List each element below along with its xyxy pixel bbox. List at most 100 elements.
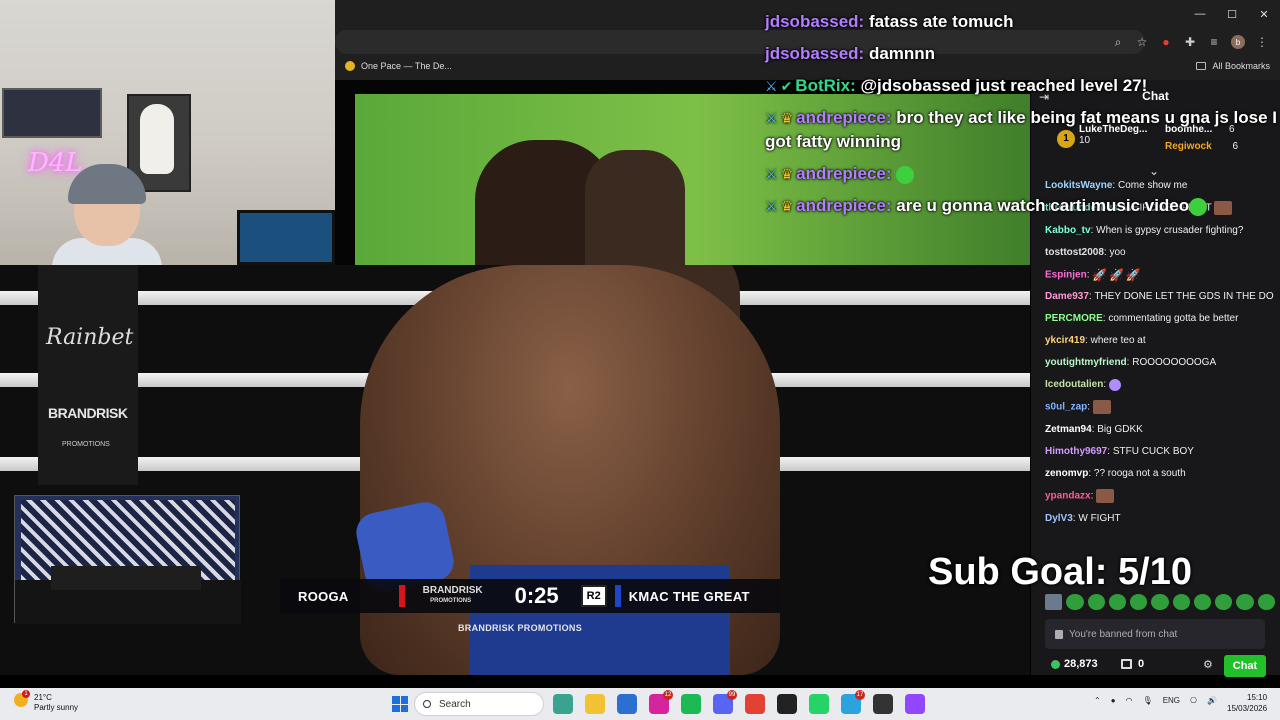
chat-username[interactable]: zenomvp [1045, 468, 1088, 479]
fight-scoreboard: ROOGA BRANDRISK PROMOTIONS 0:25 R2 KMAC T… [280, 579, 780, 613]
spotify-icon[interactable] [681, 694, 701, 714]
language-indicator[interactable]: ENG [1163, 696, 1180, 705]
chat-username[interactable]: Kabbo_tv [1045, 225, 1091, 236]
wifi-icon[interactable]: ◠ [1126, 696, 1133, 705]
store-icon [1121, 659, 1132, 669]
chat-username[interactable]: Zetman94 [1045, 424, 1092, 435]
blue-corner-marker [614, 585, 621, 607]
overlay-username: BotRix [795, 76, 851, 95]
chat-username[interactable]: Himothy9697 [1045, 446, 1107, 457]
taskbar-clock[interactable]: 15:10 15/03/2026 [1227, 692, 1267, 714]
chat-username[interactable]: youtightmyfriend [1045, 357, 1127, 368]
discord-icon[interactable]: 99 [713, 690, 737, 714]
chat-username[interactable]: Icedoutalien [1045, 379, 1103, 390]
banner-promo-sub: PROMOTIONS [62, 441, 110, 448]
emote-icon[interactable] [1257, 594, 1275, 610]
overlay-username: jdsobassed [765, 44, 859, 63]
chat-username[interactable]: PERCMORE [1045, 313, 1103, 324]
stream-video[interactable]: Rainbet BRANDRISK PROMOTIONS ROOGA BRAND… [0, 265, 1030, 675]
emote-icon[interactable] [1045, 594, 1063, 610]
emote-icon[interactable] [1193, 594, 1212, 610]
red-corner-marker [398, 585, 405, 607]
weather-widget[interactable]: 1 21°C Partly sunny [14, 690, 79, 713]
weather-temp: 21°C [34, 693, 52, 702]
store-button[interactable]: 0 [1121, 658, 1144, 670]
verified-badge-icon: ✔ [780, 78, 793, 94]
emote-icon[interactable] [1087, 594, 1105, 610]
overlay-chat-message: ⚔ ♛ andrepiece: bro they act like being fa… [765, 108, 1277, 151]
whatsapp-icon[interactable] [809, 694, 829, 714]
bookmark-label: One Pace — The De... [361, 61, 452, 71]
bookmark-one-pace[interactable]: One Pace — The De... [345, 61, 452, 71]
taskbar-apps: Search 12 99 17 [392, 690, 928, 716]
chat-username[interactable]: ypandazx [1045, 491, 1091, 502]
round-indicator: R2 [580, 585, 607, 607]
weather-desc: Partly sunny [34, 703, 79, 712]
chat-message: ypandazx: [1045, 488, 1275, 504]
tray-app-icon[interactable]: ● [1111, 696, 1116, 705]
chrome-icon[interactable] [745, 694, 765, 714]
chat-message-text: where teo at [1090, 335, 1146, 347]
app-dark-icon[interactable] [873, 694, 893, 714]
emote-icon[interactable] [1151, 594, 1169, 610]
overlay-message-text: fatass ate tomuch [868, 12, 1014, 31]
chat-username[interactable]: s0ul_zap [1045, 402, 1087, 413]
chat-username[interactable]: Espinjen [1045, 269, 1087, 280]
rainbet-banner: Rainbet BRANDRISK PROMOTIONS [38, 265, 138, 485]
gear-icon[interactable]: ⚙ [1203, 658, 1213, 671]
chat-username[interactable]: DylV3 [1045, 513, 1073, 524]
windows-taskbar: 1 21°C Partly sunny Search 12 99 17 ⌃ ● ◠ … [0, 688, 1280, 720]
fight-clock: 0:25 [514, 583, 559, 608]
overlay-chat-message: jdsobassed: fatass ate tomuch [765, 12, 1014, 31]
overlay-chat-message: ⚔ ♛ andrepiece: [765, 162, 1280, 186]
chat-send-button[interactable]: Chat [1224, 655, 1266, 677]
instagram-icon[interactable]: 12 [649, 690, 673, 714]
pc-app-icon[interactable] [777, 694, 797, 714]
emote-icon[interactable] [1215, 594, 1233, 610]
chat-username[interactable]: Dame937 [1045, 291, 1089, 302]
clock-time: 15:10 [1247, 693, 1268, 702]
emote-icon[interactable] [1108, 594, 1127, 610]
overlay-chat-message: jdsobassed: damnnn [765, 44, 936, 63]
fighter-right-name: KMAC THE GREAT [628, 588, 750, 604]
sword-badge-icon: ⚔ [765, 198, 778, 214]
notification-badge: 12 [663, 690, 673, 700]
weather-sun-icon: 1 [14, 690, 30, 707]
fighter-head [585, 150, 685, 265]
chat-message: s0ul_zap: [1045, 400, 1275, 415]
scoreboard-logo: BRANDRISK PROMOTIONS [422, 585, 483, 605]
chat-message-list: LookitsWayne: Come show me throwunderbus… [1045, 179, 1275, 534]
overlay-chat-message: ⚔ ♛ andrepiece: are u gonna watch carti mu… [765, 194, 1280, 218]
banner-brand: Rainbet [46, 325, 134, 350]
mountain-app-icon[interactable] [553, 694, 573, 714]
chat-username[interactable]: ykcir419 [1045, 335, 1085, 346]
chat-footer: 28,873 0 ⚙ Chat [1031, 655, 1280, 677]
emote-icon[interactable] [1236, 594, 1254, 610]
rocket-emote-icon: 🚀 [1092, 267, 1108, 282]
overlay-message-text: are u gonna watch carti music video [896, 196, 1190, 215]
store-icon[interactable] [617, 694, 637, 714]
taskbar-search[interactable]: Search [414, 692, 544, 716]
app-purple-icon[interactable] [905, 694, 925, 714]
chat-username[interactable]: tosttost2008 [1045, 247, 1104, 258]
tray-overflow-icon[interactable]: ⌃ [1094, 696, 1101, 705]
chat-message-text: THEY DONE LET THE GDS IN THE DO [1094, 291, 1274, 303]
channel-points[interactable]: 28,873 [1051, 658, 1098, 670]
telegram-icon[interactable]: 17 [841, 690, 865, 714]
windows-start-icon[interactable] [392, 696, 408, 712]
mic-icon[interactable]: 🎙 [1143, 696, 1153, 705]
chat-input[interactable]: You're banned from chat [1045, 619, 1265, 649]
chat-message: Himothy9697: STFU CUCK BOY [1045, 445, 1194, 457]
emote-icon[interactable] [1172, 594, 1190, 610]
chat-message: tosttost2008: yoo [1045, 246, 1126, 258]
volume-icon[interactable]: 🔊 [1207, 696, 1217, 705]
file-explorer-icon[interactable] [585, 694, 605, 714]
network-icon[interactable]: ⎔ [1190, 696, 1197, 705]
emote-quick-bar [1045, 594, 1275, 614]
emote-icon[interactable] [1130, 594, 1148, 610]
overlay-chat: jdsobassed: fatass ate tomuch jdsobassed:… [765, 10, 1280, 226]
overlay-chat-message: ⚔ ✔ BotRix: @jdsobassed just reached level… [765, 74, 1280, 98]
emote-icon[interactable] [1066, 594, 1084, 610]
crown-badge-icon: ♛ [780, 110, 794, 126]
chat-message: DylV3: W FIGHT [1045, 512, 1121, 524]
